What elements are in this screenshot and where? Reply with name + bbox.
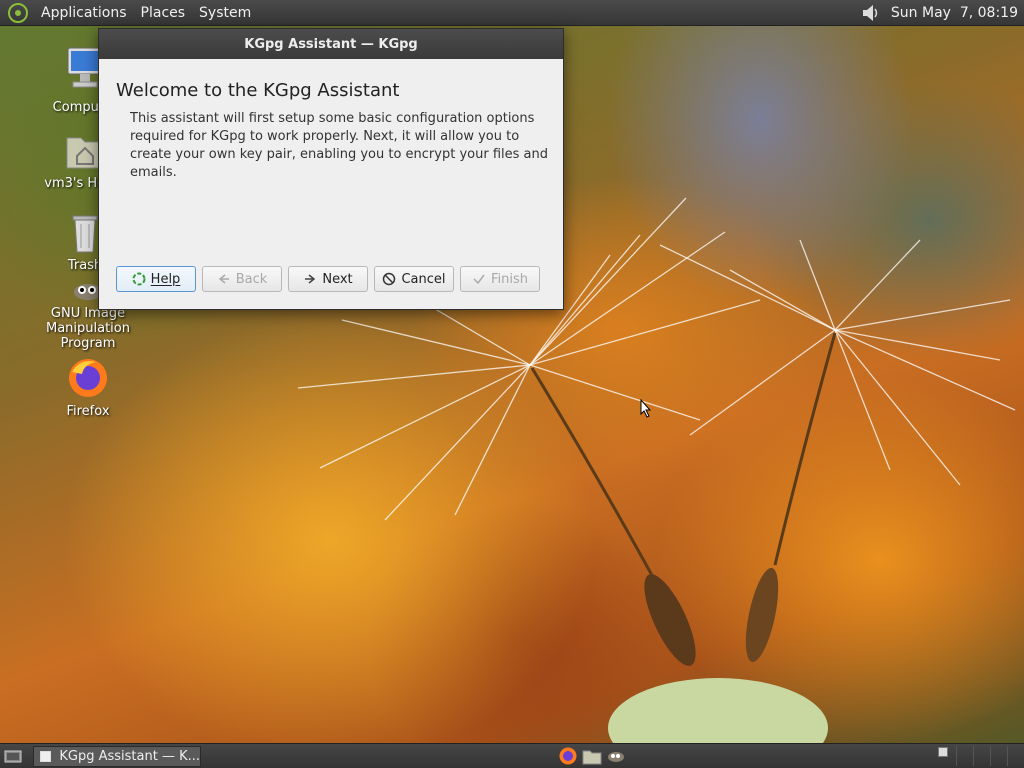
cancel-button[interactable]: Cancel bbox=[374, 266, 454, 292]
next-label: Next bbox=[322, 271, 353, 287]
home-folder-launcher-icon[interactable] bbox=[582, 747, 602, 768]
firefox-icon bbox=[66, 356, 110, 400]
arrow-left-icon bbox=[217, 272, 231, 286]
cancel-label: Cancel bbox=[401, 271, 446, 287]
back-button[interactable]: Back bbox=[202, 266, 282, 292]
dialog-description: This assistant will first setup some bas… bbox=[130, 111, 548, 180]
finish-label: Finish bbox=[490, 271, 528, 287]
workspace-slots[interactable] bbox=[956, 746, 1024, 766]
show-desktop-icon[interactable] bbox=[3, 747, 23, 765]
quick-launch bbox=[558, 746, 626, 768]
desktop-icon-firefox[interactable]: Firefox bbox=[40, 356, 136, 419]
help-label: Help bbox=[150, 271, 181, 287]
back-label: Back bbox=[235, 271, 268, 287]
arrow-right-icon bbox=[303, 272, 317, 286]
desktop-icon-label: Firefox bbox=[66, 404, 110, 419]
menu-system[interactable]: System bbox=[192, 5, 258, 21]
next-button[interactable]: Next bbox=[288, 266, 368, 292]
clock[interactable]: Sun May 7, 08:19 bbox=[891, 5, 1024, 21]
window-icon bbox=[40, 750, 52, 762]
cancel-icon bbox=[382, 272, 396, 286]
task-label: KGpg Assistant — K... bbox=[59, 748, 200, 764]
gimp-launcher-icon[interactable] bbox=[606, 749, 626, 767]
bottom-panel: KGpg Assistant — K... bbox=[0, 743, 1024, 768]
checkmark-icon bbox=[472, 272, 486, 286]
finish-button[interactable]: Finish bbox=[460, 266, 540, 292]
dialog-title: KGpg Assistant — KGpg bbox=[244, 36, 418, 52]
dialog-titlebar[interactable]: KGpg Assistant — KGpg bbox=[99, 29, 563, 59]
workspace-switcher[interactable] bbox=[938, 747, 948, 757]
top-panel: Applications Places System Sun May 7, 08… bbox=[0, 0, 1024, 26]
kgpg-assistant-dialog: KGpg Assistant — KGpg Welcome to the KGp… bbox=[98, 28, 564, 310]
menu-applications[interactable]: Applications bbox=[34, 5, 134, 21]
mouse-cursor-icon bbox=[640, 399, 652, 418]
dialog-button-row: Help Back Next Cancel Finish bbox=[116, 266, 540, 292]
help-icon bbox=[132, 272, 146, 286]
firefox-launcher-icon[interactable] bbox=[558, 746, 578, 768]
desktop-icon-label: GNU Image Manipulation Program bbox=[45, 306, 130, 351]
help-button[interactable]: Help bbox=[116, 266, 196, 292]
menu-logo-icon[interactable] bbox=[8, 2, 28, 23]
volume-icon[interactable] bbox=[859, 2, 883, 24]
panel-tray: Sun May 7, 08:19 bbox=[859, 0, 1024, 26]
menu-places[interactable]: Places bbox=[134, 5, 193, 21]
taskbar-kgpg-assistant[interactable]: KGpg Assistant — K... bbox=[33, 745, 201, 767]
dialog-heading: Welcome to the KGpg Assistant bbox=[116, 80, 400, 101]
